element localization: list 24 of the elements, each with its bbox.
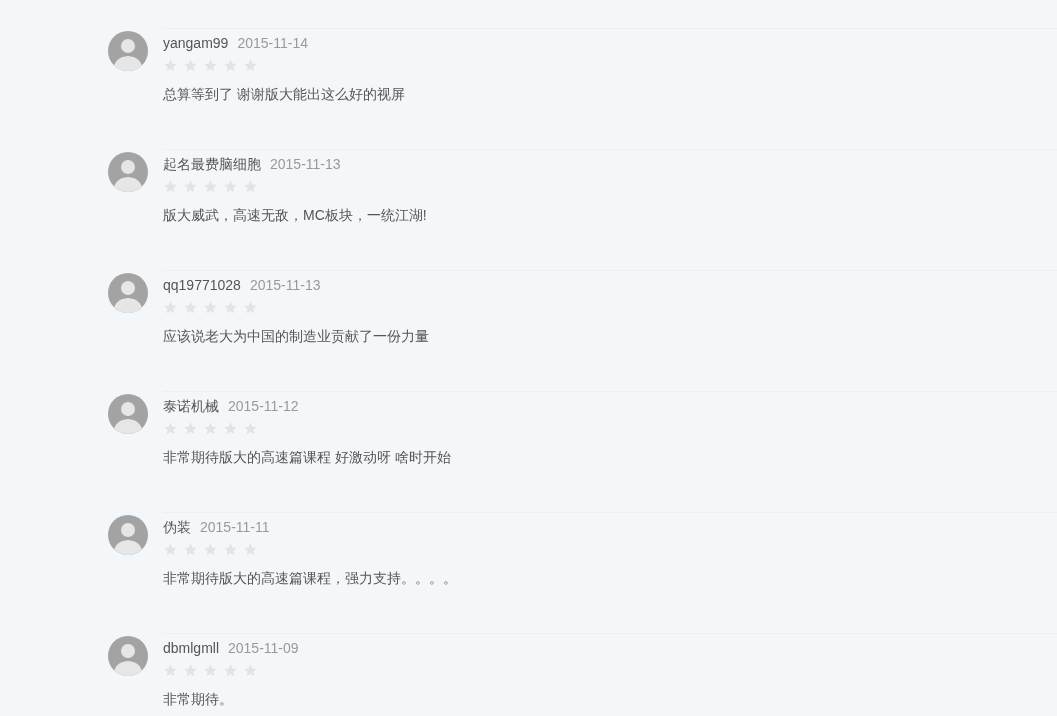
comment-text: 非常期待版大的高速篇课程，强力支持。。。。 [163, 569, 458, 588]
username[interactable]: yangam99 [163, 33, 229, 53]
comment-text: 非常期待版大的高速篇课程 好激动呀 啥时开始 [163, 448, 452, 467]
comment-text: 版大威武，高速无敌，MC板块，一统江湖! [163, 206, 428, 225]
username[interactable]: dbmlgmll [163, 638, 219, 658]
comment-date: 2015-11-11 [200, 518, 270, 537]
comment-text: 总算等到了 谢谢版大能出这么好的视屏 [163, 85, 406, 104]
avatar-icon [108, 394, 148, 434]
username[interactable]: qq19771028 [163, 275, 241, 295]
username[interactable]: 泰诺机械 [163, 396, 219, 416]
avatar-icon [108, 31, 148, 71]
avatar-icon [108, 515, 148, 555]
comment-date: 2015-11-14 [237, 34, 308, 53]
avatar-icon [108, 273, 148, 313]
comment-date: 2015-11-12 [228, 397, 299, 416]
username[interactable]: 起名最费脑细胞 [163, 154, 261, 174]
comment-text: 应该说老大为中国的制造业贡献了一份力量 [163, 327, 430, 346]
comment-date: 2015-11-13 [270, 155, 341, 174]
username[interactable]: 伪装 [163, 517, 191, 537]
avatar-icon [108, 636, 148, 676]
avatar-icon [108, 152, 148, 192]
comment-date: 2015-11-13 [249, 276, 321, 295]
comment-text: 非常期待。 [163, 690, 234, 709]
comment-date: 2015-11-09 [228, 639, 299, 658]
